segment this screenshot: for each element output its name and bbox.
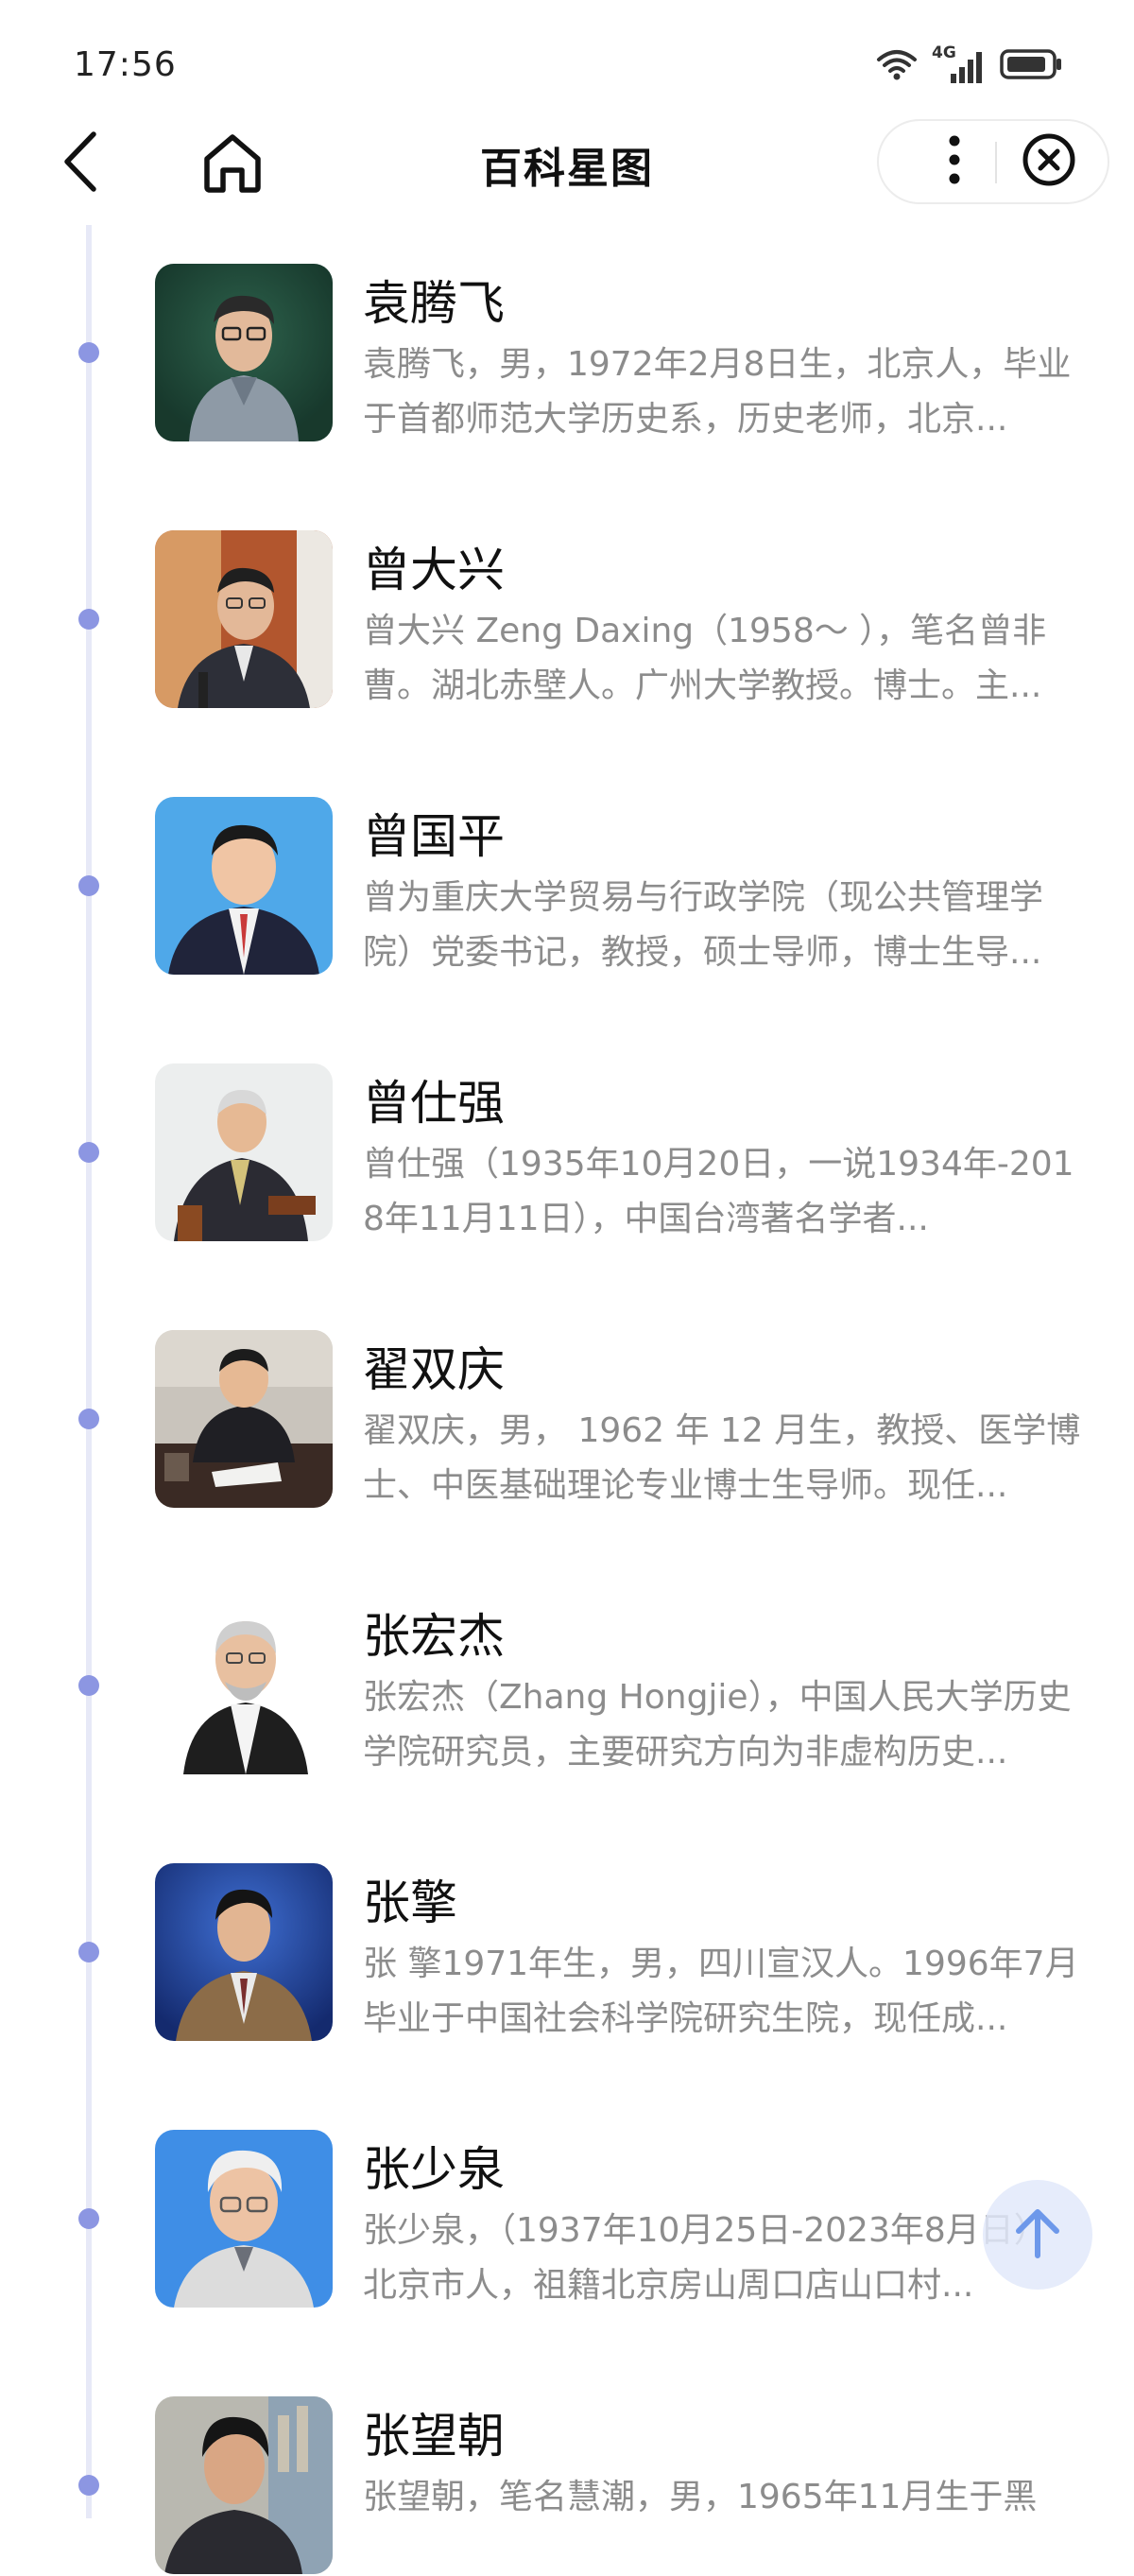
- person-description: 曾大兴 Zeng Daxing（1958～ ），笔名曾非曹。湖北赤壁人。广州大学…: [363, 612, 1047, 705]
- close-button[interactable]: [1011, 121, 1087, 202]
- list-item[interactable]: 张望朝 张望朝，笔名慧潮，男，1965年11月生于黑: [0, 2396, 1134, 2576]
- list-item[interactable]: 张宏杰 张宏杰（Zhang Hongjie），中国人民大学历史学院研究员，主要研…: [0, 1597, 1134, 1776]
- list-item[interactable]: 张擎 张 擎1971年生，男，四川宣汉人。1996年7月毕业于中国社会科学院研究…: [0, 1863, 1134, 2043]
- person-description: 曾为重庆大学贸易与行政学院（现公共管理学院）党委书记，教授，硕士导师，博士生导.…: [363, 878, 1044, 972]
- person-description: 翟双庆，男， 1962 年 12 月生，教授、医学博士、中医基础理论专业博士生导…: [363, 1411, 1081, 1505]
- person-name: 张望朝: [363, 2409, 505, 2464]
- person-name: 张少泉: [363, 2142, 505, 2197]
- list-item[interactable]: 张少泉 张少泉，（1937年10月25日-2023年8月日）北京市人，祖籍北京房…: [0, 2130, 1134, 2309]
- avatar: [155, 530, 333, 708]
- list-item[interactable]: 曾国平 曾为重庆大学贸易与行政学院（现公共管理学院）党委书记，教授，硕士导师，博…: [0, 797, 1134, 977]
- avatar: [155, 797, 333, 975]
- timeline-dot: [78, 1142, 99, 1163]
- more-vertical-icon: [948, 134, 961, 189]
- person-description: 袁腾飞，男，1972年2月8日生，北京人，毕业于首都师范大学历史系，历史老师，北…: [363, 345, 1072, 439]
- person-name: 张宏杰: [363, 1609, 505, 1664]
- person-name: 张擎: [363, 1876, 457, 1930]
- mini-program-capsule: [877, 119, 1109, 204]
- avatar: [155, 2130, 333, 2308]
- timeline-dot: [78, 342, 99, 363]
- timeline-dot: [78, 2208, 99, 2229]
- person-description: 曾仕强（1935年10月20日，一说1934年-2018年11月11日），中国台…: [363, 1145, 1074, 1238]
- list-item[interactable]: 翟双庆 翟双庆，男， 1962 年 12 月生，教授、医学博士、中医基础理论专业…: [0, 1330, 1134, 1510]
- status-icons: 4G: [875, 43, 1062, 85]
- timeline-dot: [78, 1409, 99, 1429]
- status-bar: 17:56 4G: [0, 0, 1134, 123]
- avatar: [155, 1330, 333, 1508]
- person-name: 袁腾飞: [363, 276, 505, 331]
- avatar: [155, 264, 333, 441]
- list-item[interactable]: 袁腾飞 袁腾飞，男，1972年2月8日生，北京人，毕业于首都师范大学历史系，历史…: [0, 264, 1134, 443]
- avatar: [155, 2396, 333, 2574]
- person-name: 曾大兴: [363, 543, 505, 597]
- person-name: 翟双庆: [363, 1342, 505, 1397]
- avatar: [155, 1597, 333, 1774]
- more-button[interactable]: [917, 121, 992, 202]
- capsule-divider: [995, 142, 997, 183]
- timeline-dot: [78, 875, 99, 896]
- person-description: 张望朝，笔名慧潮，男，1965年11月生于黑: [363, 2478, 1038, 2516]
- arrow-up-icon: [1009, 2204, 1066, 2265]
- close-circle-icon: [1022, 132, 1076, 191]
- timeline-dot: [78, 2475, 99, 2496]
- avatar: [155, 1863, 333, 2041]
- nav-bar: 百科星图: [0, 113, 1134, 217]
- list-item[interactable]: 曾大兴 曾大兴 Zeng Daxing（1958～ ），笔名曾非曹。湖北赤壁人。…: [0, 530, 1134, 710]
- wifi-icon: [875, 48, 919, 84]
- person-description: 张 擎1971年生，男，四川宣汉人。1996年7月毕业于中国社会科学院研究生院，…: [363, 1945, 1079, 2038]
- timeline-dot: [78, 1675, 99, 1696]
- battery-icon: [1000, 48, 1062, 84]
- person-name: 曾国平: [363, 809, 505, 864]
- status-time: 17:56: [74, 45, 177, 84]
- person-description: 张少泉，（1937年10月25日-2023年8月日）北京市人，祖籍北京房山周口店…: [363, 2211, 1048, 2305]
- avatar: [155, 1063, 333, 1241]
- person-name: 曾仕强: [363, 1076, 505, 1131]
- scroll-to-top-button[interactable]: [983, 2180, 1092, 2290]
- list-item[interactable]: 曾仕强 曾仕强（1935年10月20日，一说1934年-2018年11月11日）…: [0, 1063, 1134, 1243]
- timeline-dot: [78, 1942, 99, 1962]
- timeline-dot: [78, 609, 99, 630]
- cellular-signal-icon: 4G: [932, 43, 987, 85]
- person-description: 张宏杰（Zhang Hongjie），中国人民大学历史学院研究员，主要研究方向为…: [363, 1678, 1072, 1772]
